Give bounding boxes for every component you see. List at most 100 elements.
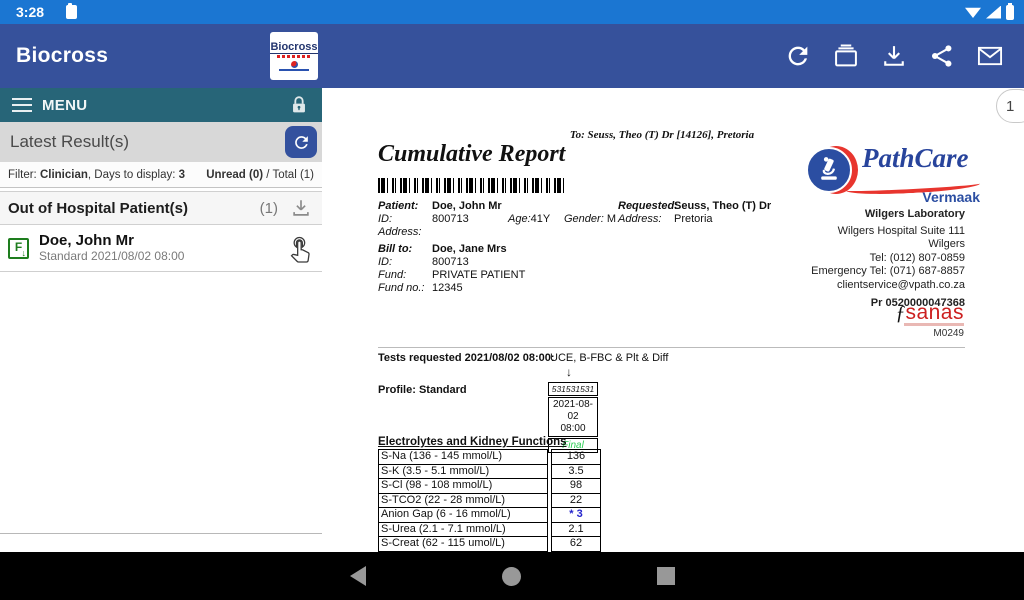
gender-value: M	[607, 213, 616, 225]
hamburger-icon[interactable]	[12, 98, 32, 112]
wifi-icon	[965, 6, 981, 18]
microscope-icon	[812, 153, 846, 187]
page-number: 1	[1006, 98, 1014, 115]
table-row: S-Cl (98 - 108 mmol/L)98	[378, 478, 601, 494]
notification-icon	[66, 5, 77, 19]
addressed-to-line: To: Seuss, Theo (T) Dr [14126], Pretoria	[322, 129, 1002, 141]
table-row: S-K (3.5 - 5.1 mmol/L)3.5	[378, 464, 601, 480]
filter-label: Filter:	[8, 169, 37, 181]
patient-list-item[interactable]: F↓ Doe, John Mr Standard 2021/08/02 08:0…	[0, 225, 322, 272]
fundno-value: 12345	[432, 282, 463, 294]
app-bar: Biocross Biocross	[0, 24, 1024, 88]
biocross-logo-text: Biocross	[270, 42, 317, 54]
table-row: Anion Gap (6 - 16 mmol/L)* 3	[378, 507, 601, 523]
out-of-hospital-section-header[interactable]: Out of Hospital Patient(s) (1)	[0, 191, 322, 225]
sanas-accreditation-code: M0249	[895, 328, 964, 339]
biocross-logo-bars	[277, 55, 311, 58]
sidebar-bottom-divider	[0, 533, 322, 534]
patient-name: Doe, John Mr	[39, 232, 184, 249]
lock-icon[interactable]	[288, 93, 310, 117]
fund-label: Fund:	[378, 269, 432, 282]
lab-tel: Tel: (012) 807-0859	[811, 252, 965, 266]
status-bar: 3:28	[0, 0, 1024, 24]
test-value-abnormal: * 3	[551, 507, 601, 523]
unread-count: Unread (0)	[206, 169, 263, 181]
table-row: S-Creat (62 - 115 umol/L)62	[378, 536, 601, 552]
patient-address-label: Address:	[378, 226, 432, 239]
test-value: 3.5	[551, 464, 601, 480]
latest-results-title: Latest Result(s)	[10, 132, 129, 152]
refresh-results-button[interactable]	[285, 126, 317, 158]
biocross-logo-line	[279, 69, 309, 71]
home-button[interactable]	[502, 567, 521, 586]
down-arrow: ↓	[566, 365, 572, 379]
tests-requested-label: Tests requested 2021/08/02 08:00:	[378, 352, 555, 364]
requested-address-value: Pretoria	[674, 213, 713, 225]
clock: 3:28	[16, 4, 44, 20]
test-name: S-Na (136 - 145 mmol/L)	[378, 449, 548, 465]
bill-id-label: ID:	[378, 256, 432, 269]
back-button[interactable]	[350, 566, 366, 586]
lab-address-1: Wilgers Hospital Suite 111	[811, 225, 965, 239]
tests-requested-value: UCE, B-FBC & Plt & Diff	[550, 352, 668, 364]
page-number-tab: 1	[996, 89, 1024, 123]
report-title: Cumulative Report	[378, 141, 565, 168]
test-value: 62	[551, 536, 601, 552]
specimen-id: 531531531	[548, 382, 598, 396]
results-section-title: Electrolytes and Kidney Functions	[378, 436, 567, 448]
lab-address-2: Wilgers	[811, 238, 965, 252]
results-table: S-Na (136 - 145 mmol/L)136 S-K (3.5 - 5.…	[378, 449, 601, 552]
refresh-icon[interactable]	[784, 42, 812, 70]
filter-days-label: , Days to display:	[88, 169, 176, 181]
lab-emergency-tel: Emergency Tel: (071) 687-8857	[811, 265, 965, 279]
test-name: Anion Gap (6 - 16 mmol/L)	[378, 507, 548, 523]
sanas-logo: ƒ sanas M0249	[895, 303, 964, 339]
fundno-label: Fund no.:	[378, 282, 432, 295]
billto-value: Doe, Jane Mrs	[432, 243, 507, 255]
requested-value: Seuss, Theo (T) Dr	[674, 200, 771, 212]
test-value: 22	[551, 493, 601, 509]
collection-date: 2021-08-02	[549, 399, 597, 423]
test-name: S-Urea (2.1 - 7.1 mmol/L)	[378, 522, 548, 538]
section-download-icon[interactable]	[290, 197, 312, 219]
table-row: S-Na (136 - 145 mmol/L)136	[378, 449, 601, 465]
patient-id-label: ID:	[378, 213, 432, 226]
section-divider	[378, 347, 965, 348]
recents-button[interactable]	[657, 567, 675, 585]
documents-stack-icon[interactable]	[832, 42, 860, 70]
test-value: 2.1	[551, 522, 601, 538]
email-icon[interactable]	[976, 42, 1004, 70]
download-icon[interactable]	[880, 42, 908, 70]
test-name: S-K (3.5 - 5.1 mmol/L)	[378, 464, 548, 480]
laboratory-details-block: Wilgers Laboratory Wilgers Hospital Suit…	[811, 208, 965, 311]
requested-label: Requested:	[618, 200, 674, 213]
test-name: S-Creat (62 - 115 umol/L)	[378, 536, 548, 552]
requesting-doctor-block: Requested:Seuss, Theo (T) Dr Address:Pre…	[618, 200, 818, 226]
latest-results-header: Latest Result(s)	[0, 122, 322, 162]
section-title: Out of Hospital Patient(s)	[8, 200, 188, 217]
requested-address-label: Address:	[618, 213, 674, 226]
filter-row: Filter: Clinician, Days to display: 3 Un…	[0, 162, 322, 188]
biocross-logo: Biocross	[270, 32, 318, 80]
specimen-barcode	[378, 178, 564, 193]
report-viewer[interactable]: 1 To: Seuss, Theo (T) Dr [14126], Pretor…	[322, 88, 1024, 552]
patient-label: Patient:	[378, 200, 432, 213]
filter-days-value: 3	[179, 169, 185, 181]
test-value: 136	[551, 449, 601, 465]
gender-label: Gender:	[564, 213, 604, 225]
share-icon[interactable]	[928, 42, 956, 70]
sidebar: MENU Latest Result(s) Filter: Clinician,	[0, 88, 322, 552]
android-nav-bar	[0, 552, 1024, 600]
menu-bar[interactable]: MENU	[0, 88, 322, 122]
test-value: 98	[551, 478, 601, 494]
collection-time: 08:00	[549, 423, 597, 435]
tap-hand-icon[interactable]	[286, 232, 314, 264]
result-file-icon: F↓	[8, 238, 29, 259]
app-title: Biocross	[16, 44, 108, 68]
patient-details-block: Patient:Doe, John Mr ID:800713Age:41YGen…	[378, 200, 618, 295]
sanas-mark-icon: ƒ	[895, 304, 905, 322]
age-value: 41Y	[531, 213, 551, 225]
test-name: S-Cl (98 - 108 mmol/L)	[378, 478, 548, 494]
fund-value: PRIVATE PATIENT	[432, 269, 525, 281]
bill-id-value: 800713	[432, 256, 469, 268]
